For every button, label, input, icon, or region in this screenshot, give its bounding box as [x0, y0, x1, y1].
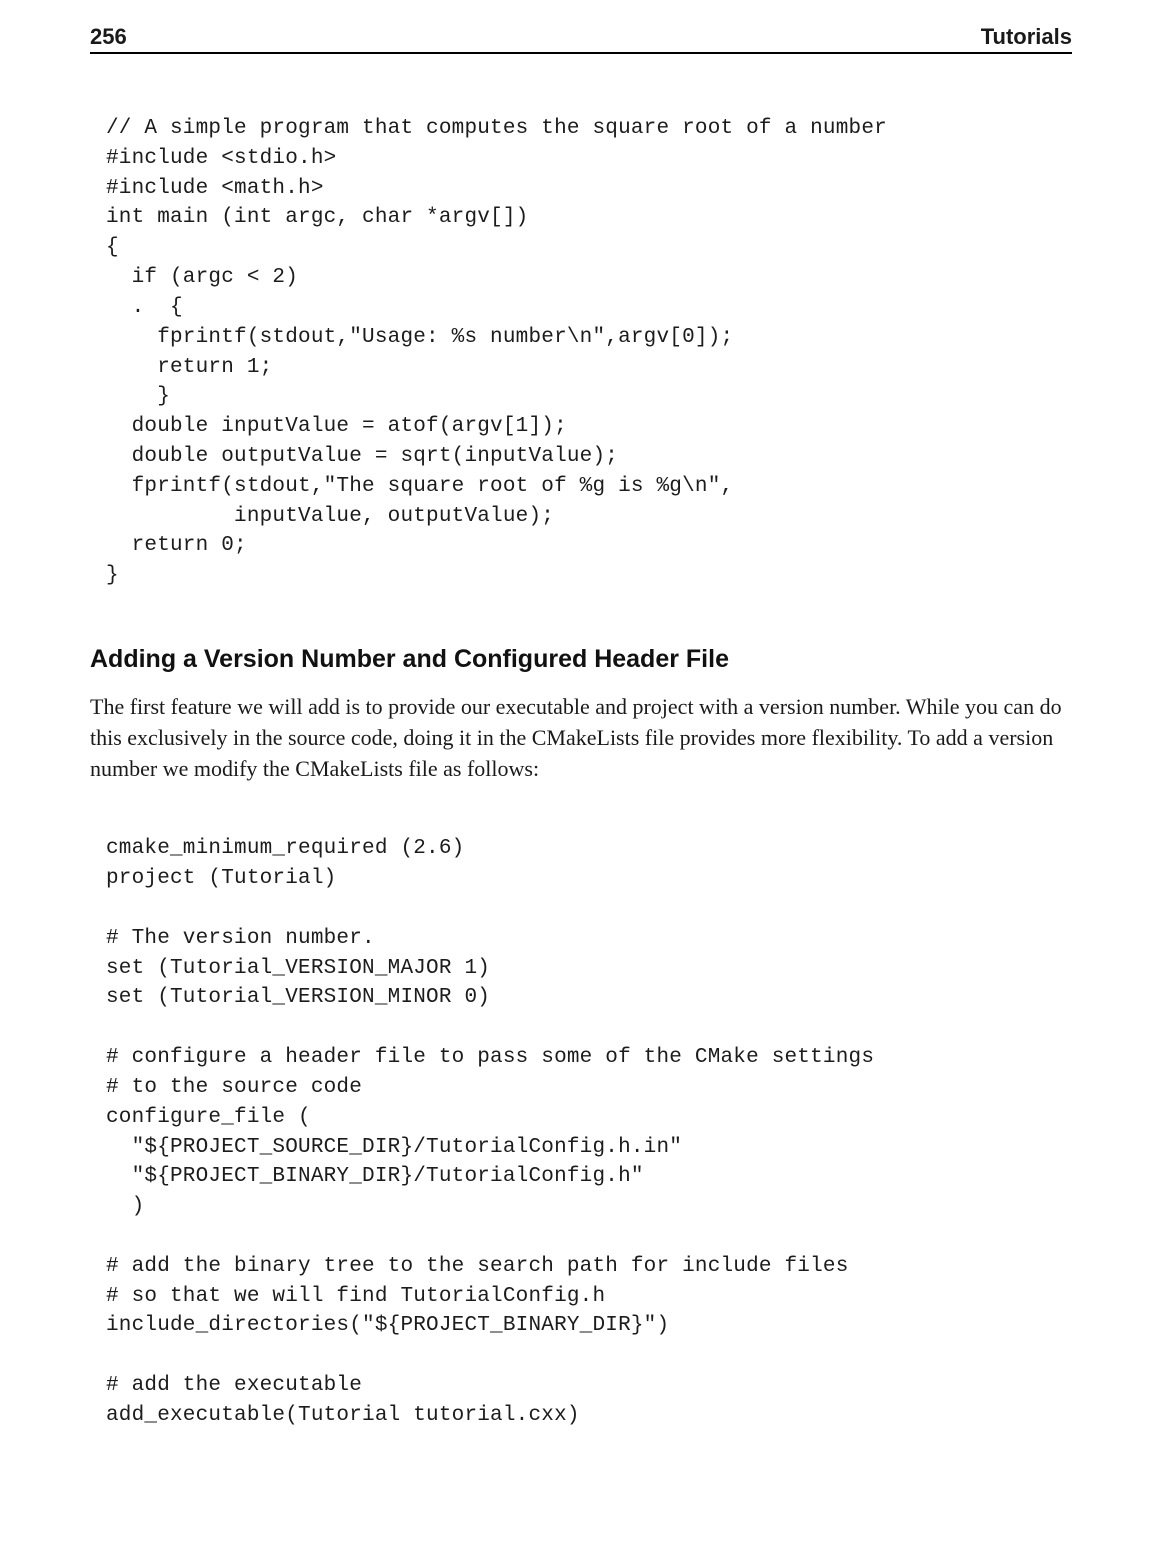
code-block-c-program: // A simple program that computes the sq… — [106, 114, 1072, 591]
page-number: 256 — [90, 24, 127, 50]
code-block-cmakelists: cmake_minimum_required (2.6) project (Tu… — [106, 834, 1072, 1430]
page-header: 256 Tutorials — [90, 24, 1072, 54]
section-heading: Adding a Version Number and Configured H… — [90, 645, 1072, 674]
page-category: Tutorials — [981, 24, 1072, 50]
section-paragraph: The first feature we will add is to prov… — [90, 692, 1072, 784]
